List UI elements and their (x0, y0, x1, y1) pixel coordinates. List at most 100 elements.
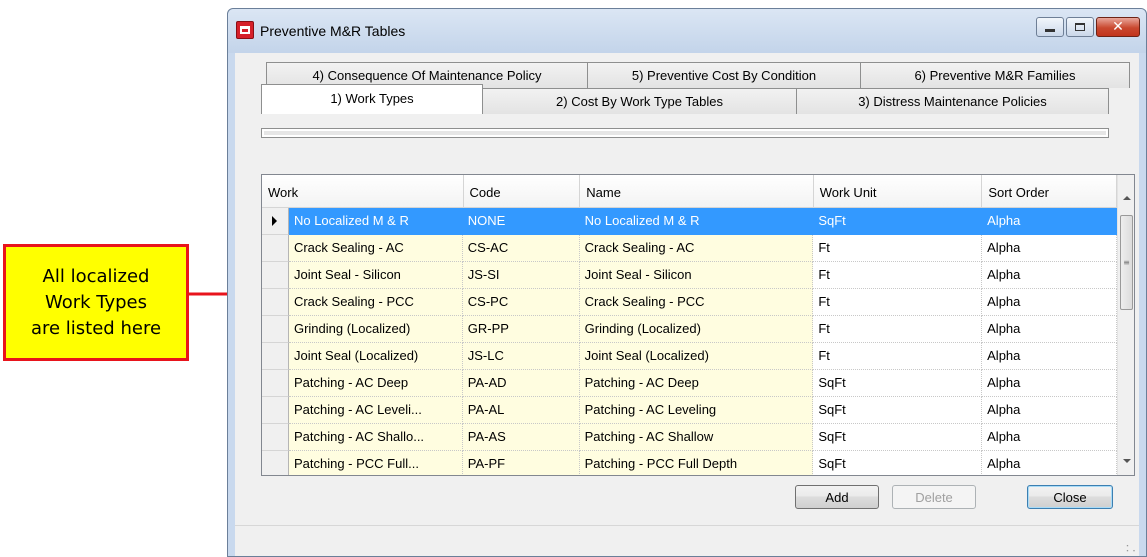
cell-work[interactable]: No Localized M & R (288, 208, 463, 235)
cell-code[interactable]: CS-AC (462, 235, 580, 262)
cell-name[interactable]: Grinding (Localized) (579, 316, 814, 343)
cell-work[interactable]: Patching - AC Shallo... (288, 424, 463, 451)
table-row[interactable]: Grinding (Localized) GR-PP Grinding (Local… (262, 316, 1117, 343)
cell-sort-order[interactable]: Alpha (982, 235, 1117, 262)
preventive-mr-tables-window: Preventive M&R Tables ✕ 4) Consequence O… (227, 8, 1147, 557)
cell-work[interactable]: Patching - PCC Full... (288, 451, 463, 475)
table-row[interactable]: Patching - AC Leveli... PA-AL Patching - A… (262, 397, 1117, 424)
cell-name[interactable]: No Localized M & R (579, 208, 814, 235)
cell-work[interactable]: Grinding (Localized) (288, 316, 463, 343)
cell-work[interactable]: Patching - AC Leveli... (288, 397, 463, 424)
table-row[interactable]: Patching - AC Deep PA-AD Patching - AC Dee… (262, 370, 1117, 397)
cell-sort-order[interactable]: Alpha (982, 451, 1117, 475)
delete-button[interactable]: Delete (892, 485, 976, 509)
maximize-button[interactable] (1066, 17, 1094, 37)
tab-panel (261, 128, 1109, 138)
cell-code[interactable]: PA-AD (462, 370, 580, 397)
cell-code[interactable]: PA-AS (462, 424, 580, 451)
cell-name[interactable]: Joint Seal (Localized) (579, 343, 814, 370)
size-grip-icon[interactable]: ⠠ ⠠⠠ (1123, 541, 1136, 555)
cell-name[interactable]: Crack Sealing - AC (579, 235, 814, 262)
close-button[interactable]: Close (1027, 485, 1113, 509)
annotation-callout: All localized Work Types are listed here (3, 244, 189, 361)
column-header-sort-order[interactable]: Sort Order (982, 175, 1118, 208)
tab-label: 1) Work Types (330, 91, 414, 106)
cell-name[interactable]: Patching - AC Leveling (579, 397, 814, 424)
app-icon[interactable] (236, 21, 254, 39)
row-header[interactable] (262, 397, 289, 424)
row-header[interactable] (262, 370, 289, 397)
cell-name[interactable]: Patching - AC Shallow (579, 424, 814, 451)
table-row[interactable]: Patching - PCC Full... PA-PF Patching - PC… (262, 451, 1117, 475)
cell-sort-order[interactable]: Alpha (982, 262, 1117, 289)
table-row[interactable]: Joint Seal - Silicon JS-SI Joint Seal - Si… (262, 262, 1117, 289)
add-button[interactable]: Add (795, 485, 879, 509)
cell-code[interactable]: PA-PF (462, 451, 580, 475)
cell-work[interactable]: Crack Sealing - AC (288, 235, 463, 262)
cell-work-unit[interactable]: Ft (813, 316, 983, 343)
cell-code[interactable]: JS-LC (462, 343, 580, 370)
maximize-icon (1075, 23, 1085, 31)
cell-sort-order[interactable]: Alpha (982, 343, 1117, 370)
cell-work-unit[interactable]: Ft (813, 289, 983, 316)
work-types-grid[interactable]: Work Code Name Work Unit Sort Order No L… (261, 174, 1135, 476)
cell-work-unit[interactable]: SqFt (813, 424, 983, 451)
cell-work-unit[interactable]: SqFt (813, 451, 983, 475)
row-header[interactable] (262, 343, 289, 370)
cell-work[interactable]: Patching - AC Deep (288, 370, 463, 397)
cell-sort-order[interactable]: Alpha (982, 208, 1117, 235)
cell-work-unit[interactable]: SqFt (813, 397, 983, 424)
cell-code[interactable]: CS-PC (462, 289, 580, 316)
tab-cost-by-work-type-tables[interactable]: 2) Cost By Work Type Tables (482, 88, 797, 114)
cell-work[interactable]: Crack Sealing - PCC (288, 289, 463, 316)
cell-code[interactable]: PA-AL (462, 397, 580, 424)
vertical-scrollbar[interactable]: ≡ (1117, 175, 1134, 475)
tab-distress-maintenance-policies[interactable]: 3) Distress Maintenance Policies (796, 88, 1109, 114)
cell-work-unit[interactable]: SqFt (813, 208, 983, 235)
close-window-button[interactable]: ✕ (1096, 17, 1140, 37)
current-row-pointer-icon (272, 216, 278, 226)
tab-preventive-mr-families[interactable]: 6) Preventive M&R Families (860, 62, 1130, 88)
table-row[interactable]: Crack Sealing - PCC CS-PC Crack Sealing - … (262, 289, 1117, 316)
column-header-work-unit[interactable]: Work Unit (813, 175, 983, 208)
cell-code[interactable]: GR-PP (462, 316, 580, 343)
cell-name[interactable]: Patching - AC Deep (579, 370, 814, 397)
table-row[interactable]: Crack Sealing - AC CS-AC Crack Sealing - A… (262, 235, 1117, 262)
table-row[interactable]: Joint Seal (Localized) JS-LC Joint Seal (L… (262, 343, 1117, 370)
cell-name[interactable]: Crack Sealing - PCC (579, 289, 814, 316)
table-row[interactable]: Patching - AC Shallo... PA-AS Patching - A… (262, 424, 1117, 451)
cell-work-unit[interactable]: Ft (813, 262, 983, 289)
cell-code[interactable]: JS-SI (462, 262, 580, 289)
scroll-thumb[interactable]: ≡ (1120, 215, 1133, 310)
tab-preventive-cost-by-condition[interactable]: 5) Preventive Cost By Condition (587, 62, 861, 88)
column-header-work[interactable]: Work (262, 175, 464, 208)
cell-sort-order[interactable]: Alpha (982, 289, 1117, 316)
cell-sort-order[interactable]: Alpha (982, 397, 1117, 424)
scroll-up-button[interactable] (1118, 189, 1134, 206)
title-bar[interactable]: Preventive M&R Tables ✕ (228, 9, 1146, 53)
row-header[interactable] (262, 262, 289, 289)
minimize-button[interactable] (1036, 17, 1064, 37)
cell-sort-order[interactable]: Alpha (982, 370, 1117, 397)
row-header[interactable] (262, 208, 289, 235)
cell-work[interactable]: Joint Seal - Silicon (288, 262, 463, 289)
cell-work-unit[interactable]: Ft (813, 235, 983, 262)
scroll-down-button[interactable] (1118, 452, 1134, 469)
column-header-name[interactable]: Name (580, 175, 814, 208)
row-header[interactable] (262, 316, 289, 343)
cell-code[interactable]: NONE (462, 208, 580, 235)
row-header[interactable] (262, 424, 289, 451)
cell-sort-order[interactable]: Alpha (982, 316, 1117, 343)
tab-work-types[interactable]: 1) Work Types (261, 84, 483, 114)
cell-name[interactable]: Joint Seal - Silicon (579, 262, 814, 289)
cell-sort-order[interactable]: Alpha (982, 424, 1117, 451)
table-row[interactable]: No Localized M & R NONE No Localized M & R… (262, 208, 1117, 235)
row-header[interactable] (262, 289, 289, 316)
cell-work-unit[interactable]: Ft (813, 343, 983, 370)
row-header[interactable] (262, 451, 289, 475)
column-header-code[interactable]: Code (463, 175, 581, 208)
cell-work-unit[interactable]: SqFt (813, 370, 983, 397)
cell-name[interactable]: Patching - PCC Full Depth (579, 451, 814, 475)
cell-work[interactable]: Joint Seal (Localized) (288, 343, 463, 370)
row-header[interactable] (262, 235, 289, 262)
